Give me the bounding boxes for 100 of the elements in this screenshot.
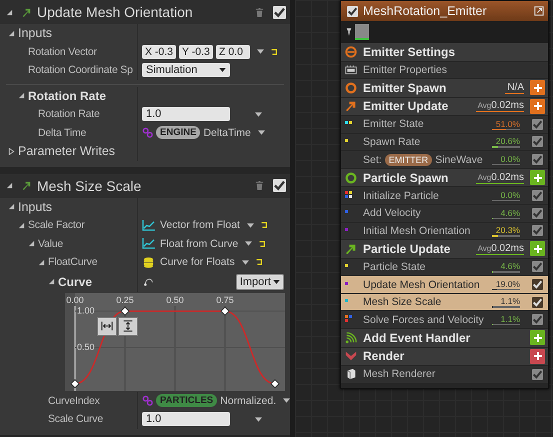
stage-header[interactable]: Add Event Handler — [341, 329, 548, 348]
property-label: Scale Factor — [28, 219, 85, 232]
percent-readout: 0.0% — [500, 190, 520, 200]
module-row[interactable]: Particle State 4.6% — [341, 258, 548, 276]
trash-icon[interactable] — [255, 6, 264, 18]
namespace-tag: PARTICLES — [156, 394, 218, 408]
module-row[interactable]: Solve Forces and Velocity 1.1% — [341, 311, 548, 330]
cube-icon — [345, 368, 357, 380]
namespace-tag: EMITTER — [384, 154, 432, 166]
module-name: Curve for Floats — [160, 256, 235, 268]
vector-component-field[interactable]: Y -0.3 — [179, 44, 213, 59]
section-header[interactable]: Update Mesh Orientation — [0, 0, 290, 24]
curve-icon[interactable] — [142, 276, 155, 287]
add-icon[interactable] — [530, 170, 545, 186]
expand-arrow-icon[interactable] — [48, 278, 55, 285]
vector-component-field[interactable]: Z 0.0 — [216, 44, 250, 59]
emitter-title-bar[interactable]: MeshRotation_Emitter — [341, 1, 548, 21]
row-label: Mesh Renderer — [363, 368, 436, 380]
fit-vertical-icon[interactable] — [118, 316, 138, 336]
add-icon[interactable] — [530, 241, 545, 256]
module-row[interactable]: Spawn Rate 20.6% — [341, 134, 548, 152]
property-label: Curve — [58, 274, 92, 288]
curve-key[interactable] — [70, 378, 80, 388]
reset-icon[interactable] — [270, 48, 278, 56]
expand-arrow-icon[interactable] — [8, 30, 15, 37]
add-icon[interactable] — [530, 348, 545, 364]
caret-icon[interactable] — [257, 49, 264, 54]
caret-icon[interactable] — [258, 130, 265, 136]
expand-arrow-icon[interactable] — [18, 222, 25, 229]
expand-arrow-icon[interactable] — [38, 258, 45, 266]
caret-icon[interactable] — [245, 241, 252, 246]
expand-arrow-icon[interactable] — [8, 203, 15, 210]
reset-icon[interactable] — [260, 221, 268, 230]
timing-readout: Avg0.02ms — [476, 100, 524, 112]
stage-header[interactable]: Particle Update Avg0.02ms — [341, 240, 548, 259]
caret-icon[interactable] — [242, 260, 249, 265]
property-label: Parameter Writes — [18, 144, 116, 158]
enable-checkbox[interactable] — [532, 225, 543, 236]
add-icon[interactable] — [530, 330, 545, 346]
enable-checkbox[interactable] — [347, 6, 358, 16]
caret-icon[interactable] — [255, 112, 262, 117]
enable-checkbox[interactable] — [532, 208, 543, 219]
curve-key[interactable] — [220, 306, 230, 316]
enable-checkbox[interactable] — [273, 6, 286, 18]
reset-icon[interactable] — [258, 240, 266, 248]
item-row[interactable]: Emitter Properties — [341, 62, 548, 80]
module-row[interactable]: Mesh Size Scale 1.1% — [341, 294, 548, 312]
external-link-icon[interactable] — [534, 6, 544, 16]
x-tick-label: 0.75 — [216, 294, 234, 304]
enable-checkbox[interactable] — [532, 136, 543, 148]
module-row[interactable]: Initialize Particle 0.0% — [341, 187, 548, 205]
link-icon — [142, 127, 153, 138]
module-row[interactable]: Add Velocity 4.6% — [341, 204, 548, 223]
trash-icon[interactable] — [255, 180, 264, 191]
add-icon[interactable] — [530, 80, 545, 96]
caret-icon[interactable] — [283, 398, 290, 404]
reset-icon[interactable] — [254, 258, 263, 266]
pin-icon[interactable] — [346, 27, 352, 37]
property-label: CurveIndex — [48, 394, 100, 407]
stage-header[interactable]: Render — [341, 348, 548, 366]
caret-icon[interactable] — [255, 416, 262, 422]
module-row[interactable]: Emitter State 51.0% — [341, 116, 548, 134]
number-field[interactable]: 1.0 — [142, 412, 230, 426]
enable-checkbox[interactable] — [532, 261, 543, 272]
section-title: Update Mesh Orientation — [37, 4, 194, 20]
expand-arrow-icon[interactable] — [18, 92, 25, 100]
module-row[interactable]: Set: EMITTER SineWave 0.0% — [341, 151, 548, 169]
enable-checkbox[interactable] — [532, 190, 543, 202]
module-row[interactable]: Update Mesh Orientation 19.0% — [341, 276, 548, 294]
thumbnail[interactable] — [355, 24, 369, 40]
curve-chart[interactable]: 0.00 0.25 0.50 0.75 0.50 1.00 — [65, 292, 285, 390]
module-row[interactable]: Initial Mesh Orientation 20.3% — [341, 222, 548, 240]
expand-arrow-icon[interactable] — [8, 148, 15, 155]
caret-icon[interactable] — [246, 222, 254, 228]
curve-key[interactable] — [270, 378, 280, 388]
section-header[interactable]: Mesh Size Scale — [0, 174, 290, 198]
enable-checkbox[interactable] — [532, 154, 543, 166]
fit-horizontal-icon[interactable] — [97, 316, 117, 336]
add-icon[interactable] — [530, 98, 545, 114]
vector-component-field[interactable]: X -0.3 — [142, 44, 176, 59]
expand-arrow-icon[interactable] — [6, 8, 13, 16]
stage-header[interactable]: Emitter Spawn N/A — [341, 79, 548, 98]
import-button[interactable]: Import — [236, 274, 284, 290]
expand-arrow-icon[interactable] — [6, 182, 13, 189]
stage-header[interactable]: Emitter Update Avg0.02ms — [341, 98, 548, 116]
module-name: Float from Curve — [160, 238, 238, 250]
stage-header[interactable]: Emitter Settings — [341, 43, 548, 62]
enable-checkbox[interactable] — [532, 314, 543, 326]
dropdown[interactable]: Simulation — [142, 63, 230, 78]
enable-checkbox[interactable] — [532, 118, 543, 130]
item-row[interactable]: Mesh Renderer — [341, 366, 548, 384]
property-label: Delta Time — [38, 126, 86, 139]
section-title: Mesh Size Scale — [37, 178, 142, 194]
row-label: Mesh Size Scale — [363, 296, 442, 308]
number-field[interactable]: 1.0 — [142, 107, 230, 122]
stage-header[interactable]: Particle Spawn Avg0.02ms — [341, 168, 548, 188]
enable-checkbox[interactable] — [532, 368, 543, 380]
row-label: Add Velocity — [363, 207, 422, 220]
expand-arrow-icon[interactable] — [28, 240, 35, 248]
enable-checkbox[interactable] — [273, 179, 286, 192]
